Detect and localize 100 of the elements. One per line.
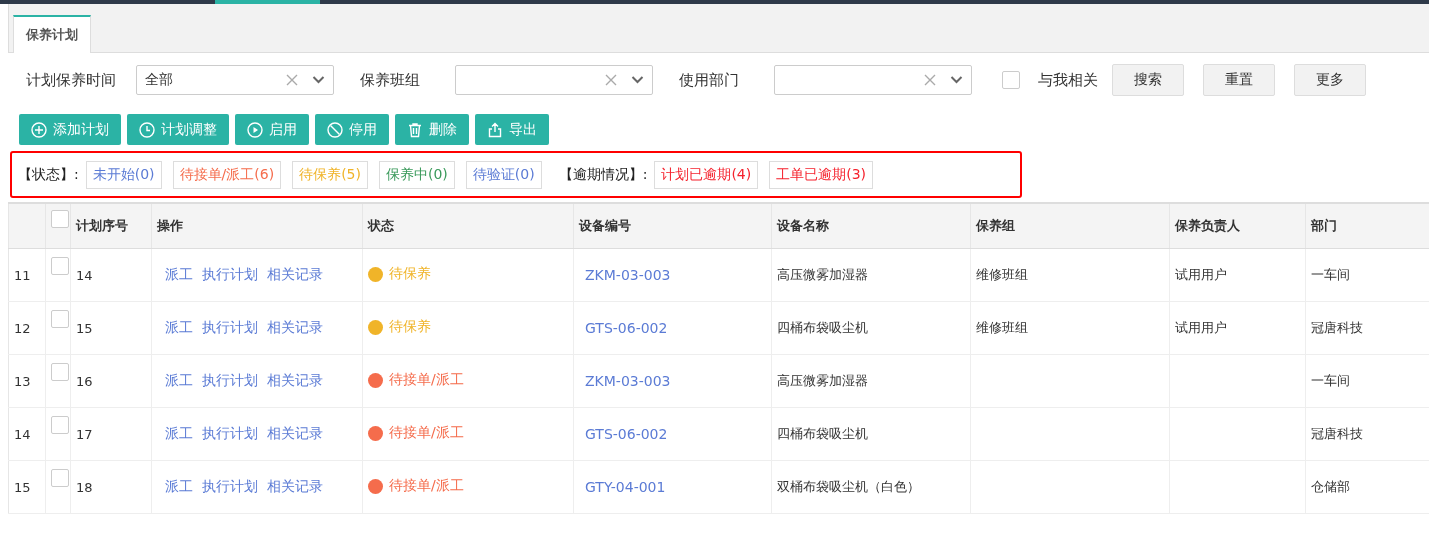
table-cell: 冠唐科技 [1305,301,1429,355]
status-text: 待保养 [389,265,431,284]
clock-icon [139,121,155,138]
table-cell: 试用用户 [1169,248,1306,302]
clear-icon[interactable] [605,74,617,86]
filter-label: 计划保养时间 [26,70,117,90]
status-tag[interactable]: 待接单/派工(6) [172,160,282,189]
filter-button[interactable]: 更多 [1294,64,1366,96]
checkbox[interactable] [51,310,69,328]
table-cell: 四桶布袋吸尘机 [771,301,971,355]
chevron-down-icon [631,76,644,84]
device-code-link[interactable]: ZKM-03-003 [585,373,671,389]
row-number: 14 [8,407,46,461]
status-text: 待接单/派工 [389,371,464,390]
action-link[interactable]: 相关记录 [267,425,323,441]
filter-button[interactable]: 搜索 [1112,64,1184,96]
action-link[interactable]: 执行计划 [202,478,258,494]
status-text: 待接单/派工 [389,424,464,443]
status-label: 【状态】: [18,165,79,184]
overdue-label: 【逾期情况】: [558,165,648,184]
device-code-link[interactable]: GTS-06-002 [585,320,668,336]
select-field[interactable] [455,65,653,95]
table-cell: 一车间 [1305,248,1429,302]
overdue-tag[interactable]: 计划已逾期(4) [654,160,759,189]
column-header: 操作 [151,203,363,249]
row-number: 15 [8,460,46,514]
action-link[interactable]: 执行计划 [202,372,258,388]
select-field[interactable]: 全部 [136,65,334,95]
table-cell: 一车间 [1305,354,1429,408]
toolbar-button[interactable]: 导出 [475,114,549,145]
column-header: 部门 [1305,203,1429,249]
tab[interactable]: 保养计划 [13,15,91,53]
table-cell: 18 [70,460,152,514]
table-cell: 四桶布袋吸尘机 [771,407,971,461]
table-cell: 冠唐科技 [1305,407,1429,461]
status-tag[interactable]: 待验证(0) [465,160,542,189]
status-tag[interactable]: 未开始(0) [85,160,162,189]
row-number: 11 [8,248,46,302]
device-code-link[interactable]: GTY-04-001 [585,479,666,495]
toolbar-button[interactable]: 停用 [315,114,389,145]
action-link[interactable]: 派工 [165,425,193,441]
table-cell: 高压微雾加湿器 [771,248,971,302]
action-link[interactable]: 派工 [165,372,193,388]
row-number: 12 [8,301,46,355]
filter-button[interactable]: 重置 [1203,64,1275,96]
plus-circle-icon [31,121,47,138]
action-link[interactable]: 相关记录 [267,319,323,335]
table-cell: 维修班组 [970,248,1170,302]
table-cell: 15 [70,301,152,355]
play-circle-icon [247,121,263,138]
table-cell: 高压微雾加湿器 [771,354,971,408]
status-text: 待保养 [389,318,431,337]
toolbar-button[interactable]: 计划调整 [127,114,229,145]
action-link[interactable]: 执行计划 [202,266,258,282]
clear-icon[interactable] [286,74,298,86]
column-header: 保养负责人 [1169,203,1306,249]
table-cell: 14 [70,248,152,302]
table-cell: 双桶布袋吸尘机（白色） [771,460,971,514]
checkbox[interactable] [51,363,69,381]
device-code-link[interactable]: ZKM-03-003 [585,267,671,283]
checkbox[interactable] [1002,71,1020,89]
action-link[interactable]: 执行计划 [202,425,258,441]
select-value: 全部 [145,71,173,87]
checkbox[interactable] [51,416,69,434]
action-link[interactable]: 派工 [165,478,193,494]
action-link[interactable]: 相关记录 [267,372,323,388]
export-icon [487,121,503,138]
filter-label: 使用部门 [679,70,740,90]
action-link[interactable]: 派工 [165,319,193,335]
column-header: 计划序号 [70,203,152,249]
column-header: 保养组 [970,203,1170,249]
table-cell: 试用用户 [1169,301,1306,355]
toolbar-button[interactable]: 添加计划 [19,114,121,145]
action-link[interactable]: 派工 [165,266,193,282]
checkbox[interactable] [51,257,69,275]
device-code-link[interactable]: GTS-06-002 [585,426,668,442]
table-cell: 16 [70,354,152,408]
action-link[interactable]: 执行计划 [202,319,258,335]
overdue-tag[interactable]: 工单已逾期(3) [769,160,874,189]
table-cell: 维修班组 [970,301,1170,355]
toolbar-button[interactable]: 启用 [235,114,309,145]
filter-label: 保养班组 [360,70,421,90]
table-cell: 17 [70,407,152,461]
toolbar-button[interactable]: 删除 [395,114,469,145]
column-header: 状态 [362,203,574,249]
checkbox-label: 与我相关 [1038,70,1098,90]
chevron-down-icon [950,76,963,84]
action-link[interactable]: 相关记录 [267,266,323,282]
checkbox[interactable] [51,469,69,487]
status-text: 待接单/派工 [389,477,464,496]
select-field[interactable] [774,65,972,95]
row-number: 13 [8,354,46,408]
checkbox[interactable] [51,210,69,228]
action-link[interactable]: 相关记录 [267,478,323,494]
column-header: 设备名称 [771,203,971,249]
trash-icon [407,121,423,138]
table-cell: 仓储部 [1305,460,1429,514]
clear-icon[interactable] [924,74,936,86]
ban-icon [327,121,343,138]
status-tag[interactable]: 保养中(0) [378,160,455,189]
